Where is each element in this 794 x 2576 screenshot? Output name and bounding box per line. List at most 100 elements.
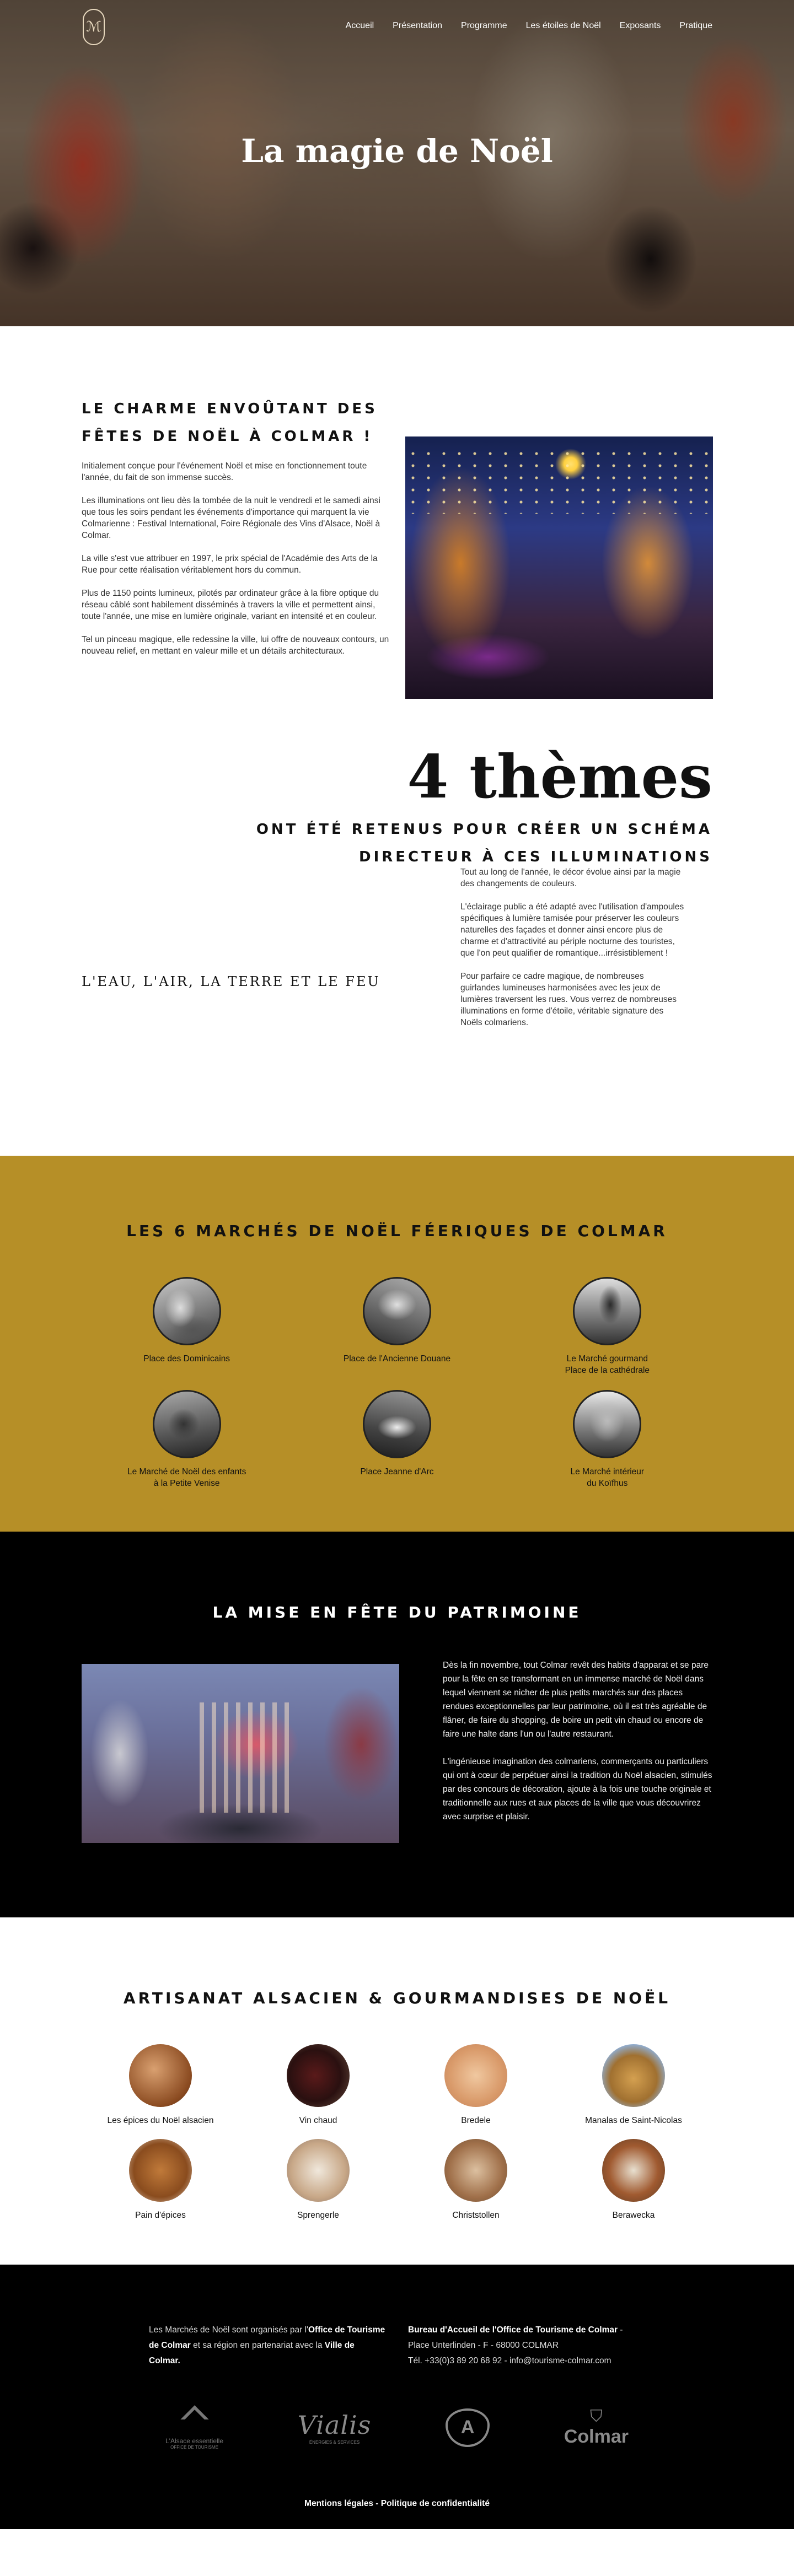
themes-subtitle: ont été retenus pour créer un schéma dir… bbox=[256, 821, 712, 865]
charme-paragraph: Plus de 1150 points lumineux, pilotés pa… bbox=[82, 589, 379, 621]
artisanat-item[interactable]: Les épices du Noël alsacien bbox=[82, 2044, 239, 2126]
charme-paragraph: Initialement conçue pour l'événement Noë… bbox=[82, 461, 367, 482]
charme-section: Le charme envoûtant des fêtes de Noël à … bbox=[0, 326, 794, 742]
legal-link[interactable]: Mentions légales bbox=[304, 2499, 373, 2508]
main-menu: Accueil Présentation Programme Les étoil… bbox=[346, 21, 712, 31]
marche-photo bbox=[573, 1390, 642, 1458]
marche-label: Place des Dominicains bbox=[143, 1354, 230, 1364]
marche-photo bbox=[362, 1390, 431, 1458]
artisanat-photo bbox=[129, 2139, 192, 2202]
themes-elements: L'EAU, L'AIR, LA TERRE ET LE FEU bbox=[82, 974, 380, 989]
marche-photo bbox=[362, 1277, 431, 1345]
artisanat-title: Artisanat alsacien & gourmandises de Noë… bbox=[123, 1989, 671, 2007]
hero-title: La magie de Noël bbox=[241, 132, 553, 170]
charme-title: Le charme envoûtant des fêtes de Noël à … bbox=[82, 401, 378, 445]
charme-paragraph: Les illuminations ont lieu dès la tombée… bbox=[82, 496, 380, 540]
footer-text: et sa région en partenariat avec la bbox=[190, 2341, 325, 2350]
christmas-street-photo bbox=[82, 1664, 399, 1843]
artisanat-photo bbox=[287, 2139, 350, 2202]
heart-logo-icon: A bbox=[446, 2408, 490, 2447]
footer-address: Place Unterlinden - F - 68000 COLMAR bbox=[408, 2341, 559, 2350]
footer-phone-email[interactable]: Tél. +33(0)3 89 20 68 92 - info@tourisme… bbox=[408, 2356, 611, 2365]
navbar: ℳ Accueil Présentation Programme Les éto… bbox=[0, 0, 794, 55]
partner-logos: L'Alsace essentielle OFFICE DE TOURISME … bbox=[165, 2405, 629, 2450]
marche-item[interactable]: Le Marché intérieur du Koïfhus bbox=[502, 1390, 712, 1489]
hero: ℳ Accueil Présentation Programme Les éto… bbox=[0, 0, 794, 326]
privacy-link[interactable]: Politique de confidentialité bbox=[381, 2499, 490, 2508]
marche-label: Le Marché intérieur du Koïfhus bbox=[570, 1467, 645, 1488]
partner-vialis[interactable]: Vialis ÉNERGIES & SERVICES bbox=[298, 2410, 372, 2445]
footer-links: Mentions légales - Politique de confiden… bbox=[0, 2499, 794, 2509]
marche-label: Place Jeanne d'Arc bbox=[360, 1467, 434, 1476]
marche-label: Le Marché gourmand Place de la cathédral… bbox=[565, 1354, 650, 1375]
themes-paragraph: Tout au long de l'année, le décor évolue… bbox=[460, 867, 681, 888]
menu-item-presentation[interactable]: Présentation bbox=[393, 21, 442, 31]
partner-name: L'Alsace essentielle bbox=[165, 2437, 224, 2445]
patrimoine-paragraph: Dès la fin novembre, tout Colmar revêt d… bbox=[443, 1661, 709, 1739]
artisanat-label: Bredele bbox=[461, 2116, 491, 2125]
patrimoine-section: La mise en fête du patrimoine Dès la fin… bbox=[0, 1532, 794, 1917]
marche-item[interactable]: Le Marché de Noël des enfants à la Petit… bbox=[82, 1390, 292, 1489]
themes-heading: 4 thèmes bbox=[407, 742, 712, 812]
site-logo[interactable]: ℳ bbox=[83, 9, 105, 45]
patrimoine-paragraph: L'ingénieuse imagination des colmariens,… bbox=[443, 1757, 712, 1821]
marches-section: Les 6 marchés de Noël féeriques de Colma… bbox=[0, 1156, 794, 1532]
artisanat-label: Les épices du Noël alsacien bbox=[107, 2116, 214, 2125]
artisanat-photo bbox=[444, 2044, 507, 2107]
footer-office-name: Bureau d'Accueil de l'Office de Tourisme… bbox=[408, 2325, 618, 2335]
marche-item[interactable]: Place Jeanne d'Arc bbox=[292, 1390, 502, 1489]
partner-name: Colmar bbox=[564, 2426, 629, 2447]
artisanat-section: Artisanat alsacien & gourmandises de Noë… bbox=[0, 1917, 794, 2265]
artisanat-grid: Les épices du Noël alsacien Vin chaud Br… bbox=[82, 2044, 712, 2221]
artisanat-photo bbox=[129, 2044, 192, 2107]
menu-item-pratique[interactable]: Pratique bbox=[679, 21, 712, 31]
illuminated-street-photo bbox=[405, 436, 713, 699]
artisanat-item[interactable]: Vin chaud bbox=[239, 2044, 397, 2126]
marche-item[interactable]: Le Marché gourmand Place de la cathédral… bbox=[502, 1277, 712, 1376]
artisanat-label: Berawecka bbox=[612, 2211, 655, 2220]
footer-text: Les Marchés de Noël sont organisés par l… bbox=[149, 2325, 308, 2335]
patrimoine-text: Dès la fin novembre, tout Colmar revêt d… bbox=[443, 1658, 713, 1837]
partner-heart[interactable]: A bbox=[446, 2408, 490, 2447]
marche-label: Place de l'Ancienne Douane bbox=[343, 1354, 451, 1364]
alsace-logo-icon bbox=[180, 2405, 209, 2434]
artisanat-item[interactable]: Pain d'épices bbox=[82, 2139, 239, 2221]
artisanat-item[interactable]: Christstollen bbox=[397, 2139, 555, 2221]
footer: Les Marchés de Noël sont organisés par l… bbox=[0, 2265, 794, 2529]
partner-alsace[interactable]: L'Alsace essentielle OFFICE DE TOURISME bbox=[165, 2405, 223, 2450]
artisanat-label: Christstollen bbox=[452, 2211, 500, 2220]
artisanat-label: Pain d'épices bbox=[135, 2211, 186, 2220]
artisanat-label: Vin chaud bbox=[299, 2116, 337, 2125]
patrimoine-title: La mise en fête du patrimoine bbox=[212, 1603, 582, 1621]
artisanat-photo bbox=[602, 2044, 665, 2107]
marche-photo bbox=[573, 1277, 642, 1345]
marche-label: Le Marché de Noël des enfants à la Petit… bbox=[127, 1467, 246, 1488]
themes-text: Tout au long de l'année, le décor évolue… bbox=[460, 866, 685, 1040]
menu-item-etoiles[interactable]: Les étoiles de Noël bbox=[526, 21, 601, 31]
themes-paragraph: Pour parfaire ce cadre magique, de nombr… bbox=[460, 972, 677, 1027]
artisanat-photo bbox=[287, 2044, 350, 2107]
menu-item-accueil[interactable]: Accueil bbox=[346, 21, 374, 31]
marches-grid: Place des Dominicains Place de l'Ancienn… bbox=[82, 1277, 712, 1489]
artisanat-item[interactable]: Manalas de Saint-Nicolas bbox=[555, 2044, 712, 2126]
menu-item-programme[interactable]: Programme bbox=[461, 21, 507, 31]
partner-sub: ÉNERGIES & SERVICES bbox=[309, 2440, 360, 2445]
artisanat-item[interactable]: Berawecka bbox=[555, 2139, 712, 2221]
marches-title: Les 6 marchés de Noël féeriques de Colma… bbox=[126, 1222, 668, 1240]
partner-sub: OFFICE DE TOURISME bbox=[170, 2445, 218, 2450]
charme-paragraph: Tel un pinceau magique, elle redessine l… bbox=[82, 635, 389, 656]
artisanat-photo bbox=[602, 2139, 665, 2202]
colmar-crest-icon: ⛉ bbox=[590, 2407, 603, 2426]
artisanat-label: Sprengerle bbox=[297, 2211, 339, 2220]
footer-text: - bbox=[618, 2325, 623, 2335]
artisanat-item[interactable]: Sprengerle bbox=[239, 2139, 397, 2221]
footer-link-sep: - bbox=[373, 2499, 381, 2508]
footer-contact: Bureau d'Accueil de l'Office de Tourisme… bbox=[408, 2322, 662, 2369]
marche-item[interactable]: Place des Dominicains bbox=[82, 1277, 292, 1376]
artisanat-item[interactable]: Bredele bbox=[397, 2044, 555, 2126]
charme-paragraph: La ville s'est vue attribuer en 1997, le… bbox=[82, 554, 378, 575]
themes-paragraph: L'éclairage public a été adapté avec l'u… bbox=[460, 902, 684, 958]
marche-item[interactable]: Place de l'Ancienne Douane bbox=[292, 1277, 502, 1376]
partner-colmar[interactable]: ⛉ Colmar bbox=[564, 2407, 629, 2448]
menu-item-exposants[interactable]: Exposants bbox=[620, 21, 661, 31]
